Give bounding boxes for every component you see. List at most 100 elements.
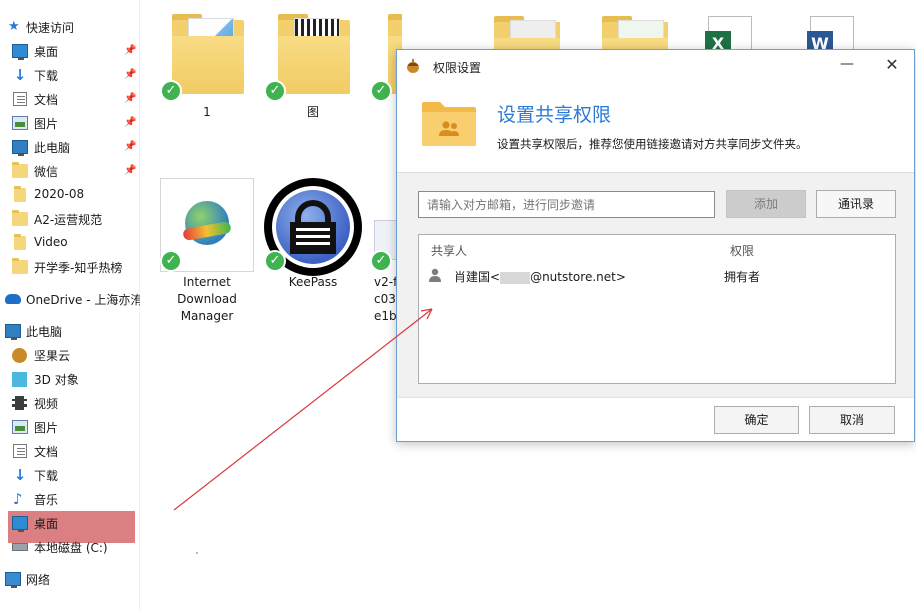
nav-item-2020-08[interactable]: 2020-08 bbox=[0, 183, 140, 207]
nutstore-icon bbox=[407, 59, 419, 73]
cancel-button[interactable]: 取消 bbox=[809, 406, 895, 434]
nav-item-downloads-pinned[interactable]: ↓ 下载 📌 bbox=[0, 63, 140, 87]
file-item-idm[interactable]: ✓ Internet Download Manager bbox=[160, 178, 254, 328]
excel-icon: X bbox=[705, 31, 731, 50]
sharer-name-prefix: 肖建国< bbox=[454, 270, 501, 284]
nav-item-zhihu[interactable]: 开学季-知乎热榜 bbox=[0, 255, 140, 279]
minimize-button[interactable]: — bbox=[837, 57, 857, 75]
folder-icon bbox=[12, 162, 28, 178]
nav-item-local-disk[interactable]: 本地磁盘 (C:) bbox=[0, 535, 140, 559]
folder-icon bbox=[494, 16, 560, 50]
nav-label: A2-运营规范 bbox=[34, 213, 103, 227]
sharer-row-permission: 拥有者 bbox=[724, 270, 761, 284]
pin-icon: 📌 bbox=[124, 165, 137, 176]
computer-icon bbox=[5, 324, 21, 340]
file-item-keepass[interactable]: ✓ KeePass bbox=[264, 178, 362, 298]
file-item-folder-hidden-3[interactable] bbox=[598, 12, 668, 50]
nav-label: 2020-08 bbox=[34, 187, 85, 201]
nav-item-desktop[interactable]: 桌面 bbox=[0, 511, 140, 535]
music-icon: ♪ bbox=[13, 490, 23, 508]
document-icon bbox=[13, 92, 27, 106]
dialog-title: 权限设置 bbox=[433, 61, 482, 75]
file-caption: 1 bbox=[203, 105, 211, 119]
file-item-word[interactable]: W bbox=[800, 12, 870, 50]
nav-item-video-folder[interactable]: Video bbox=[0, 231, 140, 255]
nav-label: 微信 bbox=[34, 165, 59, 179]
nav-label: 音乐 bbox=[34, 493, 59, 507]
nav-item-wechat-pinned[interactable]: 微信 📌 bbox=[0, 159, 140, 183]
file-item-folder-hidden-2[interactable] bbox=[490, 12, 560, 50]
nav-item-this-pc-pinned[interactable]: 此电脑 📌 bbox=[0, 135, 140, 159]
nav-item-downloads[interactable]: ↓ 下载 bbox=[0, 463, 140, 487]
nav-item-3d-objects[interactable]: 3D 对象 bbox=[0, 367, 140, 391]
pin-icon: 📌 bbox=[124, 45, 137, 56]
dialog-subtitle: 设置共享权限后，推荐您使用链接邀请对方共享同步文件夹。 bbox=[497, 137, 808, 151]
contacts-button[interactable]: 通讯录 bbox=[816, 190, 896, 218]
dialog-titlebar[interactable]: 权限设置 — ✕ bbox=[397, 50, 914, 82]
picture-icon bbox=[12, 116, 28, 130]
picture-icon bbox=[12, 420, 28, 434]
nav-quick-access[interactable]: ★ 快速访问 bbox=[0, 15, 140, 39]
sync-check-icon: ✓ bbox=[370, 250, 392, 272]
email-invite-input[interactable] bbox=[418, 191, 715, 218]
word-icon: W bbox=[807, 31, 833, 50]
nav-item-nutstore[interactable]: 坚果云 bbox=[0, 343, 140, 367]
nav-item-desktop-pinned[interactable]: 桌面 📌 bbox=[0, 39, 140, 63]
nav-onedrive[interactable]: OneDrive - 上海亦洧 bbox=[0, 287, 140, 311]
nav-label: 文档 bbox=[34, 445, 59, 459]
download-icon: ↓ bbox=[13, 66, 27, 84]
download-icon: ↓ bbox=[13, 466, 27, 484]
file-item-folder-1[interactable]: ✓ 1 bbox=[160, 10, 254, 125]
dialog-heading: 设置共享权限 bbox=[497, 104, 612, 126]
shared-folder-icon bbox=[422, 102, 476, 146]
nav-label: 本地磁盘 (C:) bbox=[34, 541, 108, 555]
document-icon bbox=[13, 444, 27, 458]
sharer-row-name[interactable]: 肖建国< @nutstore.net> bbox=[454, 268, 626, 285]
add-button[interactable]: 添加 bbox=[726, 190, 806, 218]
nav-label: 视频 bbox=[34, 397, 59, 411]
nav-item-pictures-pinned[interactable]: 图片 📌 bbox=[0, 111, 140, 135]
folder-icon bbox=[14, 234, 26, 250]
nav-label: 开学季-知乎热榜 bbox=[34, 261, 123, 275]
sync-check-icon: ✓ bbox=[372, 80, 392, 102]
nav-item-a2-ops[interactable]: A2-运营规范 bbox=[0, 207, 140, 231]
file-caption: 图 bbox=[306, 105, 319, 119]
nav-label: 下载 bbox=[34, 469, 59, 483]
nav-label: 文档 bbox=[34, 93, 59, 107]
file-item-excel[interactable]: X bbox=[698, 12, 768, 50]
folder-icon bbox=[278, 14, 350, 94]
close-button[interactable]: ✕ bbox=[881, 56, 903, 76]
nav-label: 下载 bbox=[34, 69, 59, 83]
video-icon bbox=[12, 396, 27, 410]
sync-check-icon: ✓ bbox=[160, 250, 182, 272]
nav-item-documents-pinned[interactable]: 文档 📌 bbox=[0, 87, 140, 111]
folder-icon bbox=[12, 210, 28, 226]
nav-label: 快速访问 bbox=[26, 21, 75, 35]
nav-item-music[interactable]: ♪ 音乐 bbox=[0, 487, 140, 511]
ok-button[interactable]: 确定 bbox=[714, 406, 799, 434]
nav-label: OneDrive - 上海亦洧 bbox=[26, 293, 140, 307]
drive-icon bbox=[12, 543, 28, 551]
folder-icon bbox=[602, 16, 668, 50]
navigation-pane: ★ 快速访问 桌面 📌 ↓ 下载 📌 文档 📌 图片 📌 此电脑 📌 微信 📌 … bbox=[0, 0, 140, 610]
word-file-icon: W bbox=[807, 16, 854, 50]
pin-icon: 📌 bbox=[124, 141, 137, 152]
file-item-folder-tu[interactable]: ✓ 图 bbox=[264, 10, 360, 125]
network-icon bbox=[5, 572, 21, 588]
column-header-permission: 权限 bbox=[730, 244, 755, 258]
user-icon bbox=[429, 268, 441, 282]
redaction-block bbox=[500, 271, 531, 284]
column-header-sharer: 共享人 bbox=[431, 244, 468, 258]
nav-this-pc[interactable]: 此电脑 bbox=[0, 319, 140, 343]
nav-label: 网络 bbox=[26, 573, 51, 587]
nav-network[interactable]: 网络 bbox=[0, 567, 140, 591]
nav-item-pictures[interactable]: 图片 bbox=[0, 415, 140, 439]
desktop-icon bbox=[12, 516, 28, 532]
folder-icon bbox=[12, 258, 28, 274]
nav-label: 此电脑 bbox=[34, 141, 71, 155]
nav-item-documents[interactable]: 文档 bbox=[0, 439, 140, 463]
nav-label: 坚果云 bbox=[34, 349, 71, 363]
nav-item-videos[interactable]: 视频 bbox=[0, 391, 140, 415]
sharer-list[interactable]: 共享人 权限 肖建国< @nutstore.net> 拥有者 bbox=[418, 234, 896, 384]
nav-label: 3D 对象 bbox=[34, 373, 79, 387]
